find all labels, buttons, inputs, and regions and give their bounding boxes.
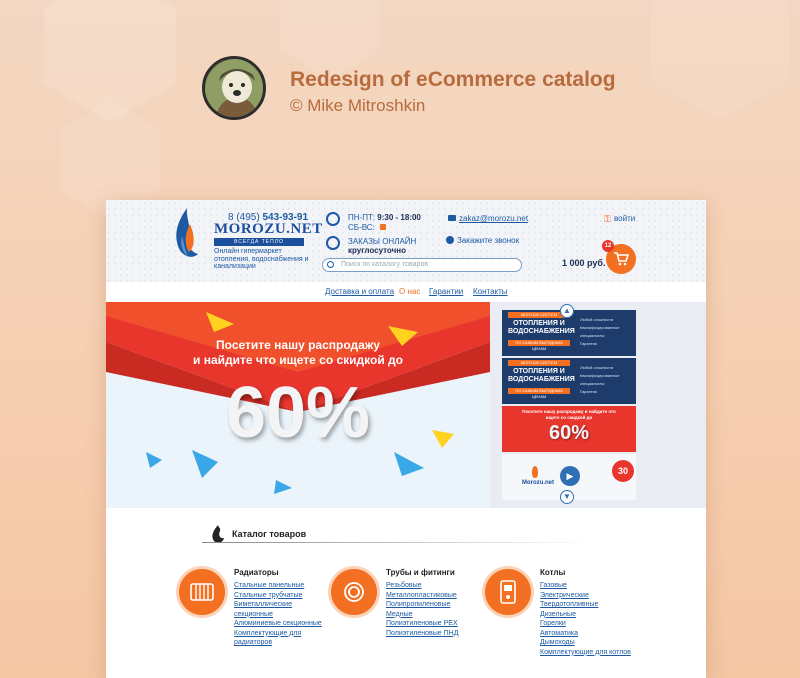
site-header: 8 (495) 543-93-91 MOROZU.NET ВСЕГДА ТЕПЛ… [106,200,706,282]
thumb-1-title: ОТОПЛЕНИЯ И ВОДОСНАБЖЕНИЯ [508,320,575,335]
category-name[interactable]: Котлы [540,568,565,577]
clock-24-icon [326,236,340,250]
thumbs-down-arrow-icon[interactable]: ▼ [560,490,574,504]
category-link[interactable]: Полиэтиленовые PEX [386,619,458,629]
category-link[interactable]: Дизельные [540,610,631,620]
thumb-1-list: Любой сложности Квалифицированные специа… [580,316,636,348]
category-items: Резьбовые Металлопластиковые Полипропиле… [386,581,458,638]
thumb-2-list: Любой сложности Квалифицированные специа… [580,364,636,396]
email-link[interactable]: zakaz@morozu.net [459,214,528,223]
category-link[interactable]: радиаторов [234,638,322,648]
category-link[interactable]: Автоматика [540,629,631,639]
banner-line1: Посетите нашу распродажу [216,338,380,352]
weekdays-value: 9:30 - 18:00 [377,213,421,222]
thumb-3-discount: 60% [548,422,590,444]
mail-icon [448,215,456,221]
logo-description: Онлайн гипермаркет отопления, водоснабже… [214,248,309,270]
thumb-2-badge: МОНТАЖ СИСТЕМ [508,360,570,366]
thumb-1-list-item: Квалифицированные специалисты [580,325,620,338]
thumb-1-list-item: Гарантия [580,341,598,346]
category-items: Газовые Электрические Твердотопливные Ди… [540,581,631,657]
category-link[interactable]: Электрические [540,591,631,601]
orders-value: круглосуточно [348,246,406,255]
category-link[interactable]: Биметаллические [234,600,322,610]
nav-guarantees[interactable]: Гарантии [429,287,463,296]
category-link[interactable]: Металлопластиковые [386,591,458,601]
search-icon [327,261,334,268]
banner-discount: 60% [225,373,371,453]
phone-icon [446,236,454,244]
category-link[interactable]: Комплектующие для котлов [540,648,631,658]
category-items: Стальные панельные Стальные трубчатые Би… [234,581,322,648]
thumb-2-list-item: Гарантия [580,389,598,394]
search-input[interactable]: Поиск по каталогу товаров [322,258,522,272]
nav-delivery[interactable]: Доставка и оплата [325,287,394,296]
author-avatar [202,56,266,120]
presentation-header: Redesign of eCommerce catalog © Mike Mit… [202,56,662,128]
play-icon[interactable]: ▶ [560,466,580,486]
category-link[interactable]: Газовые [540,581,631,591]
category-link[interactable]: Стальные трубчатые [234,591,322,601]
orders-label: ЗАКАЗЫ ОНЛАЙН [348,237,417,246]
category-link[interactable]: Полиэтиленовые ПНД [386,629,458,639]
thumb-4-badge: 30 [612,460,634,482]
cart-count-badge: 12 [602,240,614,252]
presentation-subtitle: © Mike Mitroshkin [290,96,426,115]
category-link[interactable]: Горелки [540,619,631,629]
lock-icon [380,224,386,230]
online-orders: ЗАКАЗЫ ОНЛАЙН круглосуточно [348,237,416,255]
category-link[interactable]: секционные [234,610,322,620]
thumb-1-list-item: Любой сложности [580,317,614,322]
thumb-4-logo: Morozu.net [522,480,554,486]
pipe-fitting-icon[interactable] [328,566,380,618]
banner-line2: и найдите что ищете со скидкой до [193,353,403,367]
logo-name[interactable]: MOROZU.NET [214,221,323,238]
catalog-divider [202,542,592,543]
radiator-icon[interactable] [176,566,228,618]
catalog-header: Каталог товаров [202,524,602,544]
thumb-slide-3[interactable]: Посетите нашу распродажу и найдите что и… [502,406,636,452]
category-name[interactable]: Трубы и фитинги [386,568,455,577]
category-link[interactable]: Твердотопливные [540,600,631,610]
category-link[interactable]: Резьбовые [386,581,458,591]
thumb-1-tag: ПО САМЫМ ВЫГОДНЫМ ЦЕНАМ [508,340,570,351]
flame-logo-icon[interactable] [172,206,202,262]
weekdays-label: ПН-ПТ: [348,213,376,222]
thumb-2-list-item: Любой сложности [580,365,614,370]
nav-contacts[interactable]: Контакты [473,287,508,296]
category-link[interactable]: Стальные панельные [234,581,322,591]
site-mockup: 8 (495) 543-93-91 MOROZU.NET ВСЕГДА ТЕПЛ… [106,200,706,678]
callback-link[interactable]: Закажите звонок [457,236,519,245]
cart-icon [614,252,629,266]
key-icon: ⚿ [604,214,611,224]
catalog-title: Каталог товаров [232,529,307,539]
login-link[interactable]: войти [614,214,635,223]
thumb-2-list-item: Квалифицированные специалисты [580,373,620,386]
clock-icon [326,212,340,226]
thumb-2-title: ОТОПЛЕНИЯ И ВОДОСНАБЖЕНИЯ [508,368,575,383]
thumb-2-tag: ПО САМЫМ ВЫГОДНЫМ ЦЕНАМ [508,388,570,399]
boiler-icon[interactable] [482,566,534,618]
promo-banner[interactable]: Посетите нашу распродажу и найдите что и… [106,302,490,508]
working-hours: ПН-ПТ: 9:30 - 18:00 СБ-ВС: [348,213,421,233]
thumb-slide-2[interactable]: МОНТАЖ СИСТЕМ ОТОПЛЕНИЯ И ВОДОСНАБЖЕНИЯ … [502,358,636,404]
nav-about[interactable]: О нас [399,287,420,296]
presentation-title: Redesign of eCommerce catalog [290,68,616,91]
thumbs-up-arrow-icon[interactable]: ▲ [560,304,574,318]
category-link[interactable]: Полипропиленовые [386,600,458,610]
weekend-label: СБ-ВС: [348,223,375,232]
banner-thumbnails: МОНТАЖ СИСТЕМ ОТОПЛЕНИЯ И ВОДОСНАБЖЕНИЯ … [490,302,706,508]
category-link[interactable]: Дымоходы [540,638,631,648]
category-link[interactable]: Медные [386,610,458,620]
category-link[interactable]: Комплектующие для [234,629,322,639]
flame-icon [212,525,224,543]
main-nav: Доставка и оплата О нас Гарантии Контакт… [106,282,706,302]
cart-total: 1 000 руб. [562,258,606,268]
category-link[interactable]: Алюминиевые секционные [234,619,322,629]
thumb-4-flame-icon [532,466,538,478]
logo-tagline: ВСЕГДА ТЕПЛО [214,238,304,246]
category-name[interactable]: Радиаторы [234,568,279,577]
thumb-3-text: Посетите нашу распродажу и найдите что и… [522,409,616,420]
